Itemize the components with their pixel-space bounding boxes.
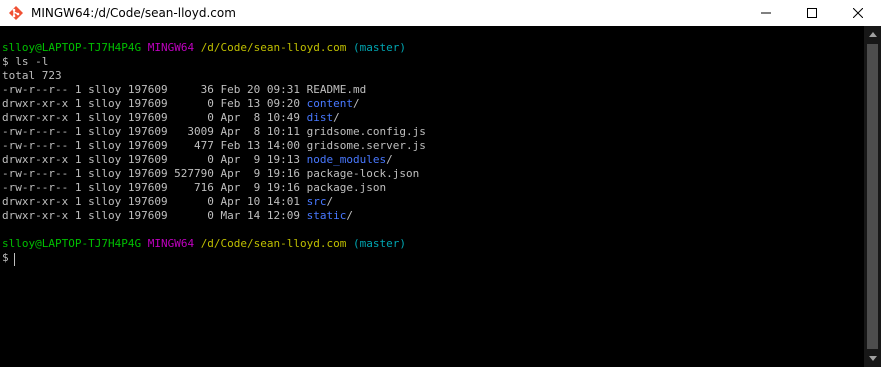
prompt-branch: (master) — [353, 41, 406, 54]
entry-dir-name: node_modules — [306, 153, 387, 166]
entry-name: package-lock.json — [306, 167, 420, 180]
scroll-up-icon — [868, 32, 877, 37]
prompt-user-host: slloy@LAPTOP-TJ7H4P4G — [2, 41, 142, 54]
entry-dir-name: static — [306, 209, 347, 222]
entry-name: README.md — [306, 83, 367, 96]
entry-suffix: / — [326, 195, 334, 208]
entry-meta: drwxr-xr-x 1 slloy 197609 0 Apr 10 14:01 — [2, 195, 307, 208]
entry-suffix: / — [346, 209, 354, 222]
prompt-branch: (master) — [353, 237, 406, 250]
prompt-symbol: $ — [2, 55, 9, 68]
prompt-path: /d/Code/sean-lloyd.com — [200, 237, 347, 250]
maximize-icon — [807, 8, 817, 18]
close-icon — [853, 8, 863, 18]
entry-meta: -rw-r--r-- 1 slloy 197609 477 Feb 13 14:… — [2, 139, 307, 152]
scroll-up-button[interactable] — [864, 26, 881, 43]
prompt-system: MINGW64 — [147, 237, 195, 250]
entry-name: gridsome.server.js — [306, 139, 426, 152]
listing-row: drwxr-xr-x 1 slloy 197609 0 Apr 9 19:13 … — [2, 153, 393, 167]
title-bar[interactable]: MINGW64:/d/Code/sean-lloyd.com — [0, 0, 881, 27]
prompt-path: /d/Code/sean-lloyd.com — [200, 41, 347, 54]
command-line: $ ls -l — [2, 55, 48, 69]
entry-dir-name: src — [306, 195, 327, 208]
entry-meta: drwxr-xr-x 1 slloy 197609 0 Apr 8 10:49 — [2, 111, 307, 124]
input-line[interactable]: $ — [2, 251, 9, 265]
entry-meta: drwxr-xr-x 1 slloy 197609 0 Mar 14 12:09 — [2, 209, 307, 222]
minimize-icon — [761, 12, 771, 14]
minimize-button[interactable] — [743, 0, 789, 26]
listing-row: -rw-r--r-- 1 slloy 197609 527790 Apr 9 1… — [2, 167, 419, 181]
scroll-thumb[interactable] — [867, 44, 878, 349]
listing-row: -rw-r--r-- 1 slloy 197609 36 Feb 20 09:3… — [2, 83, 366, 97]
listing-row: -rw-r--r-- 1 slloy 197609 477 Feb 13 14:… — [2, 139, 426, 153]
listing-row: -rw-r--r-- 1 slloy 197609 716 Apr 9 19:1… — [2, 181, 386, 195]
listing-row: drwxr-xr-x 1 slloy 197609 0 Apr 10 14:01… — [2, 195, 333, 209]
entry-meta: -rw-r--r-- 1 slloy 197609 3009 Apr 8 10:… — [2, 125, 307, 138]
entry-dir-name: content — [306, 97, 353, 110]
listing-row: drwxr-xr-x 1 slloy 197609 0 Feb 13 09:20… — [2, 97, 360, 111]
entry-name: gridsome.config.js — [306, 125, 426, 138]
entry-meta: drwxr-xr-x 1 slloy 197609 0 Apr 9 19:13 — [2, 153, 307, 166]
entry-meta: -rw-r--r-- 1 slloy 197609 527790 Apr 9 1… — [2, 167, 307, 180]
prompt-system: MINGW64 — [147, 41, 195, 54]
prompt-user-host: slloy@LAPTOP-TJ7H4P4G — [2, 237, 142, 250]
maximize-button[interactable] — [789, 0, 835, 26]
entry-dir-name: dist — [306, 111, 334, 124]
window-title: MINGW64:/d/Code/sean-lloyd.com — [31, 6, 236, 20]
entry-suffix: / — [353, 97, 360, 110]
entry-suffix: / — [386, 153, 393, 166]
entry-meta: -rw-r--r-- 1 slloy 197609 716 Apr 9 19:1… — [2, 181, 307, 194]
close-button[interactable] — [835, 0, 881, 26]
entry-meta: -rw-r--r-- 1 slloy 197609 36 Feb 20 09:3… — [2, 83, 307, 96]
scroll-down-icon — [868, 356, 877, 361]
prompt-symbol: $ — [2, 251, 9, 264]
listing-row: -rw-r--r-- 1 slloy 197609 3009 Apr 8 10:… — [2, 125, 426, 139]
command-text: ls -l — [15, 55, 49, 68]
listing-row: drwxr-xr-x 1 slloy 197609 0 Apr 8 10:49 … — [2, 111, 340, 125]
entry-suffix: / — [333, 111, 340, 124]
total-line: total 723 — [2, 69, 62, 82]
vertical-scrollbar[interactable] — [864, 26, 881, 367]
entry-name: package.json — [306, 181, 387, 194]
prompt-line: slloy@LAPTOP-TJ7H4P4G MINGW64 /d/Code/se… — [2, 41, 406, 55]
listing-row: drwxr-xr-x 1 slloy 197609 0 Mar 14 12:09… — [2, 209, 353, 223]
scroll-down-button[interactable] — [864, 350, 881, 367]
entry-meta: drwxr-xr-x 1 slloy 197609 0 Feb 13 09:20 — [2, 97, 307, 110]
prompt-line: slloy@LAPTOP-TJ7H4P4G MINGW64 /d/Code/se… — [2, 237, 406, 251]
git-bash-icon — [9, 6, 23, 20]
text-cursor — [14, 253, 15, 266]
